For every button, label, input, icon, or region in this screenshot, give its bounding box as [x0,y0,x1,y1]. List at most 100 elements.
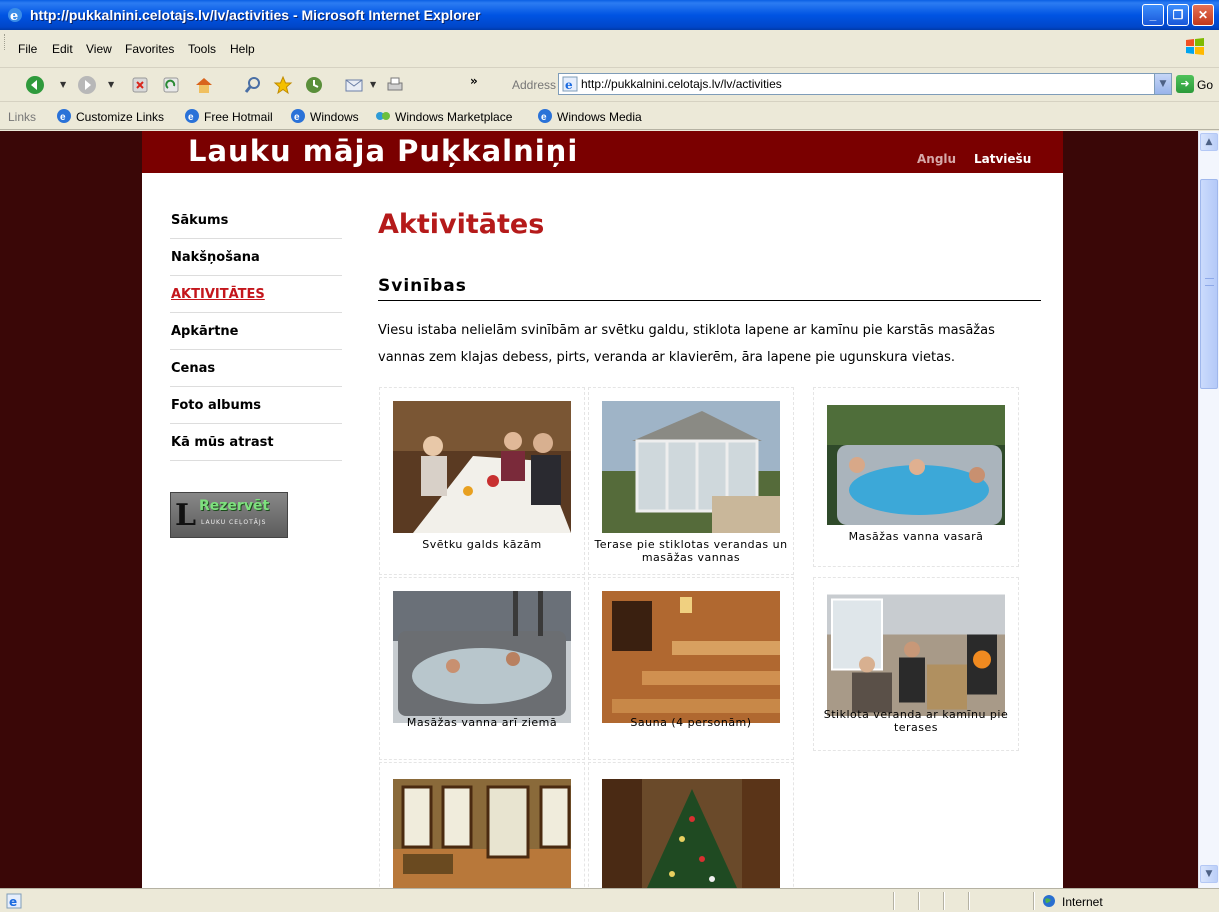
gallery-caption: Svētku galds kāzām [422,538,542,551]
link-customize-links[interactable]: e Customize Links [56,108,164,126]
link-windows-media[interactable]: e Windows Media [537,108,642,126]
mail-dropdown-icon[interactable]: ▼ [370,80,376,89]
link-windows-marketplace[interactable]: Windows Marketplace [375,108,512,126]
refresh-button[interactable] [160,74,182,96]
gallery-item[interactable]: Svētku galds kāzām [379,387,585,575]
status-bar: e Internet [0,888,1219,912]
minimize-button[interactable]: _ [1142,4,1164,26]
links-bar: Links e Customize Links e Free Hotmail e Wi… [0,102,1219,130]
menu-bar: File Edit View Favorites Tools Help [0,30,1219,68]
links-label: Links [8,110,37,124]
forward-button[interactable] [76,74,98,96]
navigation-toolbar: ▼ ▼ ▼ » Address e http://pukkalnini.celo… [0,68,1219,102]
svg-text:e: e [294,112,300,123]
veranda-fireplace-photo[interactable] [827,591,1005,716]
nav-item-sakums[interactable]: Sākums [170,203,342,239]
gallery-item[interactable] [588,762,794,888]
mail-button[interactable] [343,74,365,96]
menu-view[interactable]: View [86,42,112,56]
gallery-item[interactable]: Sauna (4 personām) [588,577,794,760]
menu-tools[interactable]: Tools [188,42,216,56]
link-label: Customize Links [76,110,165,124]
dining-room-photo[interactable] [393,776,571,888]
link-label: Windows Marketplace [395,110,513,124]
back-arrow-icon [26,76,44,94]
menu-help[interactable]: Help [230,42,255,56]
history-button[interactable] [303,74,325,96]
nav-item-aktivitates[interactable]: AKTIVITĀTES [170,276,342,313]
address-dropdown-icon[interactable]: ▼ [1154,74,1171,94]
toolbar-overflow-chevron[interactable]: » [470,74,478,88]
print-button[interactable] [384,74,406,96]
favorites-button[interactable] [272,74,294,96]
gallery-item[interactable]: Masāžas vanna vasarā [813,387,1019,567]
close-button[interactable]: ✕ [1192,4,1214,26]
menu-favorites[interactable]: Favorites [125,42,174,56]
scroll-thumb-grip [1205,278,1214,286]
glass-veranda-photo[interactable] [602,401,780,533]
vertical-scrollbar[interactable]: ▲ ▼ [1198,131,1219,888]
svg-text:e: e [60,112,66,123]
intro-paragraph: Viesu istaba nelielām svinībām ar svētku… [378,323,995,365]
gallery-item[interactable]: Masāžas vanna arī ziemā [379,577,585,760]
window-title-bar: e http://pukkalnini.celotajs.lv/lv/activ… [0,0,1219,30]
search-button[interactable] [242,74,264,96]
status-divider [1033,892,1035,910]
gallery-item[interactable]: Stiklota veranda ar kamīnu pie terases [813,577,1019,751]
link-windows[interactable]: e Windows [290,108,359,126]
go-arrow-icon[interactable]: ➜ [1176,75,1194,93]
history-icon [306,77,322,93]
scroll-down-arrow-icon[interactable]: ▼ [1200,865,1218,883]
scroll-thumb[interactable] [1200,179,1218,389]
forward-dropdown-icon[interactable]: ▼ [108,80,114,89]
status-divider [893,892,895,910]
ie-page-icon: e [291,109,305,123]
celotajs-logo-mark: L [175,498,197,533]
site-title[interactable]: Lauku māja Puķkalniņi [188,134,578,168]
svg-text:e: e [10,9,18,24]
address-bar[interactable]: e http://pukkalnini.celotajs.lv/lv/activ… [558,73,1172,95]
svg-text:e: e [541,112,547,123]
menu-file[interactable]: File [18,42,37,56]
url-text[interactable]: http://pukkalnini.celotajs.lv/lv/activit… [581,77,782,91]
menu-bar-grip [4,34,7,50]
nav-item-naksnosana[interactable]: Nakšņošana [170,239,342,276]
hot-tub-winter-photo[interactable] [393,591,571,723]
christmas-tree-photo[interactable] [602,776,780,888]
nav-item-cenas[interactable]: Cenas [170,350,342,387]
wedding-table-photo[interactable] [393,401,571,533]
nav-item-foto-albums[interactable]: Foto albums [170,387,342,424]
svg-text:e: e [9,895,17,909]
restore-button[interactable]: ❐ [1167,4,1189,26]
ie-page-icon: e [538,109,552,123]
home-button[interactable] [193,74,215,96]
nav-item-apkartne[interactable]: Apkārtne [170,313,342,350]
security-zone-label: Internet [1062,895,1103,909]
favorites-star-icon [273,75,293,95]
back-dropdown-icon[interactable]: ▼ [60,80,66,89]
booking-badge[interactable]: L Rezervēt LAUKU CEĻOTĀJS [170,492,288,538]
internet-globe-icon [1043,895,1055,907]
status-divider [943,892,945,910]
sauna-photo[interactable] [602,591,780,723]
gallery-item[interactable] [379,762,585,888]
browser-viewport: Lauku māja Puķkalniņi Anglu Latviešu Sāk… [0,131,1198,888]
language-latvian-link[interactable]: Latviešu [974,152,1031,166]
gallery-caption: Masāžas vanna arī ziemā [406,716,558,729]
link-label: Free Hotmail [204,110,273,124]
section-title: Svinības [378,276,1041,301]
menu-edit[interactable]: Edit [52,42,73,56]
booking-badge-label: Rezervēt [199,498,270,514]
forward-arrow-icon [78,76,96,94]
scroll-up-arrow-icon[interactable]: ▲ [1200,133,1218,151]
gallery-caption: Stiklota veranda ar kamīnu pie terases [823,708,1009,734]
nav-item-ka-mus-atrast[interactable]: Kā mūs atrast [170,424,342,461]
go-button-label[interactable]: Go [1197,78,1213,92]
gallery-item[interactable]: Terase pie stiklotas verandas un masāžas… [588,387,794,575]
stop-button[interactable] [129,74,151,96]
link-free-hotmail[interactable]: e Free Hotmail [184,108,273,126]
back-button[interactable] [24,74,46,96]
hot-tub-summer-photo[interactable] [827,401,1005,525]
gallery-caption: Terase pie stiklotas verandas un masāžas… [594,538,788,564]
language-english-link[interactable]: Anglu [917,152,956,166]
